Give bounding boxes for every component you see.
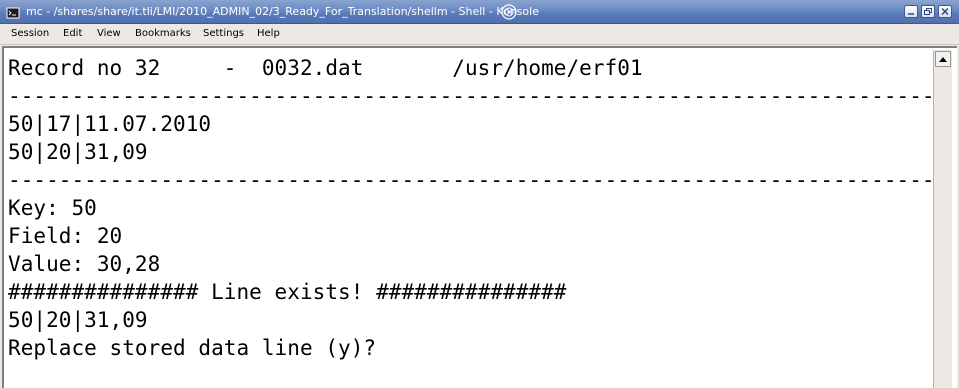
terminal-line-data: 50|20|31,09	[8, 140, 148, 164]
title-bar[interactable]: mc - /shares/share/it.tli/LMI/2010_ADMIN…	[0, 0, 959, 24]
close-icon	[941, 7, 949, 16]
terminal-line-data: 50|17|11.07.2010	[8, 112, 212, 136]
menu-help[interactable]: Help	[257, 28, 280, 39]
maximize-icon	[924, 8, 932, 15]
terminal-line-field: Field: 20	[8, 224, 123, 248]
vertical-scrollbar[interactable]	[933, 50, 952, 388]
terminal-line-record: Record no 32 - 0032.dat /usr/home/erf01	[8, 56, 643, 80]
terminal-line-separator: ----------------------------------------…	[8, 168, 931, 192]
minimize-button[interactable]	[904, 5, 918, 18]
terminal-output[interactable]: Record no 32 - 0032.dat /usr/home/erf01 …	[6, 54, 931, 388]
menu-settings[interactable]: Settings	[203, 28, 244, 39]
minimize-icon	[908, 13, 914, 15]
close-button[interactable]	[938, 5, 952, 18]
maximize-button[interactable]	[921, 5, 935, 18]
terminal-line-data: 50|20|31,09	[8, 308, 148, 332]
scroll-up-button[interactable]	[935, 51, 951, 67]
terminal-line-prompt: Replace stored data line (y)?	[8, 336, 377, 360]
menu-view[interactable]: View	[97, 28, 121, 39]
terminal-line-separator: ----------------------------------------…	[8, 84, 931, 108]
menu-bar: Session Edit View Bookmarks Settings Hel…	[0, 24, 959, 45]
konsole-window: mc - /shares/share/it.tli/LMI/2010_ADMIN…	[0, 0, 959, 388]
menu-session[interactable]: Session	[11, 28, 49, 39]
window-title: mc - /shares/share/it.tli/LMI/2010_ADMIN…	[26, 5, 539, 18]
menu-edit[interactable]: Edit	[63, 28, 82, 39]
scroll-up-arrow-icon	[939, 57, 947, 62]
konsole-icon[interactable]	[6, 5, 20, 19]
terminal-line-value: Value: 30,28	[8, 252, 161, 276]
kde-swirl-icon	[500, 3, 518, 21]
menu-bookmarks[interactable]: Bookmarks	[135, 28, 191, 39]
terminal-line-warning: ############### Line exists! ###########…	[8, 280, 567, 304]
terminal-line-key: Key: 50	[8, 196, 97, 220]
